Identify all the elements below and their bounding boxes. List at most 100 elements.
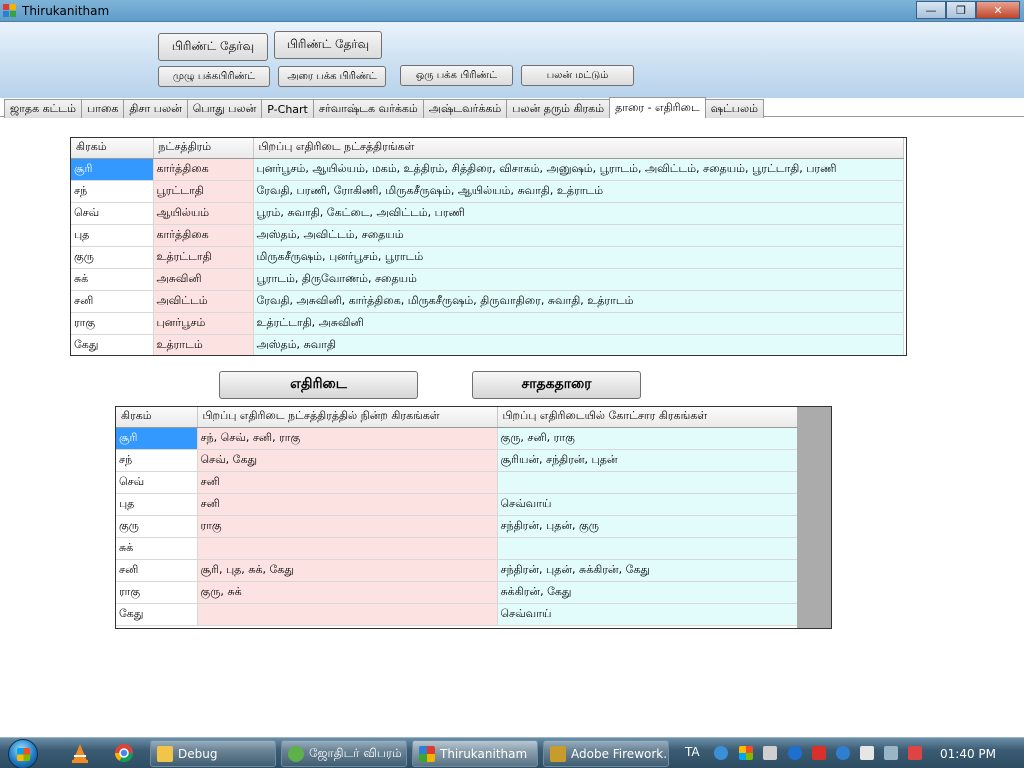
tab-4[interactable]: P-Chart <box>261 99 314 118</box>
table-cell[interactable]: அஸ்தம், அவிட்டம், சதையம் <box>253 224 904 247</box>
vlc-icon[interactable] <box>70 743 90 763</box>
network-alert-icon[interactable] <box>908 746 922 760</box>
windows-flag-icon[interactable] <box>739 746 753 760</box>
task-astrologer-details[interactable]: ஜோதிடர் விபரம் <box>281 740 407 767</box>
table-row[interactable]: ராகு புனர்பூசம் உத்ரட்டாதி, அசுவினி <box>71 312 904 335</box>
table-row[interactable]: ராகு குரு, சுக் சுக்கிரன், கேது <box>116 581 798 604</box>
table-row[interactable]: புத சனி செவ்வாய் <box>116 493 798 516</box>
table-cell[interactable]: சூரி, புத, சுக், கேது <box>197 559 498 582</box>
table-cell[interactable]: குரு, சனி, ராகு <box>497 427 798 450</box>
table-cell[interactable]: செவ்வாய் <box>497 603 798 626</box>
table-cell[interactable]: அவிட்டம் <box>153 290 254 313</box>
table-cell[interactable]: ஆயில்யம் <box>153 202 254 225</box>
opposite-planets-grid[interactable]: கிரகம் பிறப்பு எதிரிடை நட்சத்திரத்தில் நி… <box>115 406 832 629</box>
table-cell[interactable]: சுக் <box>71 268 154 291</box>
table-row[interactable]: குரு உத்ரட்டாதி மிருகசீருஷம், புனர்பூசம், … <box>71 246 904 269</box>
column-header[interactable]: கிரகம் <box>71 138 154 159</box>
one-page-print-button[interactable]: ஒரு பக்க பிரிண்ட் <box>400 65 513 86</box>
table-cell[interactable]: மிருகசீருஷம், புனர்பூசம், பூராடம் <box>253 246 904 269</box>
table-row[interactable]: சுக் அசுவினி பூராடம், திருவோணம், சதையம் <box>71 268 904 291</box>
table-row[interactable]: சந் செவ், கேது சூரியன், சந்திரன், புதன் <box>116 449 798 472</box>
table-row[interactable]: கேது உத்ராடம் அஸ்தம், சுவாதி <box>71 334 904 355</box>
column-header[interactable]: நட்சத்திரம் <box>153 138 254 159</box>
tab-6[interactable]: அஷ்டவர்க்கம் <box>422 99 508 118</box>
tab-9[interactable]: ஷட்பலம் <box>704 99 764 118</box>
language-indicator[interactable]: TA <box>685 745 700 759</box>
sync-icon[interactable] <box>836 746 850 760</box>
table-cell[interactable]: செவ், கேது <box>197 449 498 472</box>
table-cell[interactable]: சூரி <box>71 158 154 181</box>
column-header[interactable]: பிறப்பு எதிரிடையில் கோட்சார கிரகங்கள் <box>497 407 798 428</box>
table-cell[interactable]: ரேவதி, அசுவினி, கார்த்திகை, மிருகசீருஷம்… <box>253 290 904 313</box>
table-cell[interactable]: சூரியன், சந்திரன், புதன் <box>497 449 798 472</box>
table-cell[interactable]: குரு <box>116 515 198 538</box>
table-row[interactable]: சனி அவிட்டம் ரேவதி, அசுவினி, கார்த்திகை, ம… <box>71 290 904 313</box>
tab-2[interactable]: திசா பலன் <box>123 99 188 118</box>
table-cell[interactable]: ராகு <box>197 515 498 538</box>
table-row[interactable]: சூரி சந், செவ், சனி, ராகு குரு, சனி, ராகு <box>116 427 798 450</box>
table-cell[interactable]: சனி <box>71 290 154 313</box>
task-adobe-fireworks[interactable]: Adobe Firework... <box>543 740 669 767</box>
tab-7[interactable]: பலன் தரும் கிரகம் <box>506 99 611 118</box>
tab-0[interactable]: ஜாதக கட்டம் <box>4 99 83 118</box>
table-cell[interactable]: சந், செவ், சனி, ராகு <box>197 427 498 450</box>
clock[interactable]: 01:40 PM <box>940 747 996 761</box>
close-button[interactable]: ✕ <box>976 1 1020 19</box>
table-cell[interactable]: சுக் <box>116 537 198 560</box>
table-row[interactable]: சுக் <box>116 537 798 560</box>
task-thirukanitham[interactable]: Thirukanitham <box>412 740 538 767</box>
table-row[interactable]: புத கார்த்திகை அஸ்தம், அவிட்டம், சதையம் <box>71 224 904 247</box>
table-cell[interactable]: செவ்வாய் <box>497 493 798 516</box>
table-cell[interactable]: புத <box>116 493 198 516</box>
table-row[interactable]: சந் பூரட்டாதி ரேவதி, பரணி, ரோகிணி, மிருகசீ… <box>71 180 904 203</box>
table-cell[interactable]: உத்ரட்டாதி <box>153 246 254 269</box>
results-only-button[interactable]: பலன் மட்டும் <box>521 65 634 86</box>
table-cell[interactable]: கேது <box>71 334 154 355</box>
volume-icon[interactable] <box>860 746 874 760</box>
table-cell[interactable]: புத <box>71 224 154 247</box>
maximize-button[interactable]: ❐ <box>946 1 976 19</box>
table-cell[interactable]: ரேவதி, பரணி, ரோகிணி, மிருகசீருஷம், ஆயில்… <box>253 180 904 203</box>
opposite-button[interactable]: எதிரிடை <box>219 371 418 399</box>
table-row[interactable]: சனி சூரி, புத, சுக், கேது சந்திரன், புதன்,… <box>116 559 798 582</box>
table-row[interactable]: சூரி கார்த்திகை புனர்பூசம், ஆயில்யம், மகம்… <box>71 158 904 181</box>
table-cell[interactable]: பூராடம், திருவோணம், சதையம் <box>253 268 904 291</box>
table-cell[interactable]: சந்திரன், புதன், சுக்கிரன், கேது <box>497 559 798 582</box>
help-icon[interactable] <box>714 746 728 760</box>
chrome-icon[interactable] <box>114 743 134 763</box>
column-header[interactable]: பிறப்பு எதிரிடை நட்சத்திரங்கள் <box>253 138 904 159</box>
table-cell[interactable]: சனி <box>116 559 198 582</box>
tab-3[interactable]: பொது பலன் <box>186 99 263 118</box>
table-cell[interactable] <box>197 537 498 560</box>
tools-icon[interactable] <box>763 746 777 760</box>
full-page-print-button[interactable]: முழு பக்கபிரிண்ட் <box>158 66 270 87</box>
table-cell[interactable]: சனி <box>197 471 498 494</box>
table-cell[interactable]: உத்ராடம் <box>153 334 254 355</box>
table-cell[interactable]: கேது <box>116 603 198 626</box>
column-header[interactable]: பிறப்பு எதிரிடை நட்சத்திரத்தில் நின்ற கி… <box>197 407 498 428</box>
task-debug[interactable]: Debug <box>150 740 276 767</box>
column-header[interactable]: கிரகம் <box>116 407 198 428</box>
table-cell[interactable]: சந் <box>116 449 198 472</box>
favorable-tara-button[interactable]: சாதகதாரை <box>472 371 641 399</box>
table-cell[interactable]: அஸ்தம், சுவாதி <box>253 334 904 355</box>
table-cell[interactable]: செவ் <box>116 471 198 494</box>
table-cell[interactable]: ராகு <box>71 312 154 335</box>
table-cell[interactable]: அசுவினி <box>153 268 254 291</box>
table-row[interactable]: குரு ராகு சந்திரன், புதன், குரு <box>116 515 798 538</box>
table-row[interactable]: செவ் சனி <box>116 471 798 494</box>
print-select-button-2[interactable]: பிரிண்ட் தேர்வு <box>274 31 382 59</box>
minimize-button[interactable]: — <box>916 1 946 19</box>
antivirus-icon[interactable] <box>812 746 826 760</box>
table-cell[interactable]: குரு <box>71 246 154 269</box>
tab-5[interactable]: சர்வாஷ்டக வர்க்கம் <box>312 99 424 118</box>
table-cell[interactable]: சுக்கிரன், கேது <box>497 581 798 604</box>
table-cell[interactable]: கார்த்திகை <box>153 158 254 181</box>
table-cell[interactable]: புனர்பூசம் <box>153 312 254 335</box>
network-icon[interactable] <box>884 746 898 760</box>
table-cell[interactable]: ராகு <box>116 581 198 604</box>
table-cell[interactable]: புனர்பூசம், ஆயில்யம், மகம், உத்திரம், சி… <box>253 158 904 181</box>
table-cell[interactable]: சூரி <box>116 427 198 450</box>
start-button[interactable] <box>8 739 38 768</box>
table-cell[interactable]: சந்திரன், புதன், குரு <box>497 515 798 538</box>
